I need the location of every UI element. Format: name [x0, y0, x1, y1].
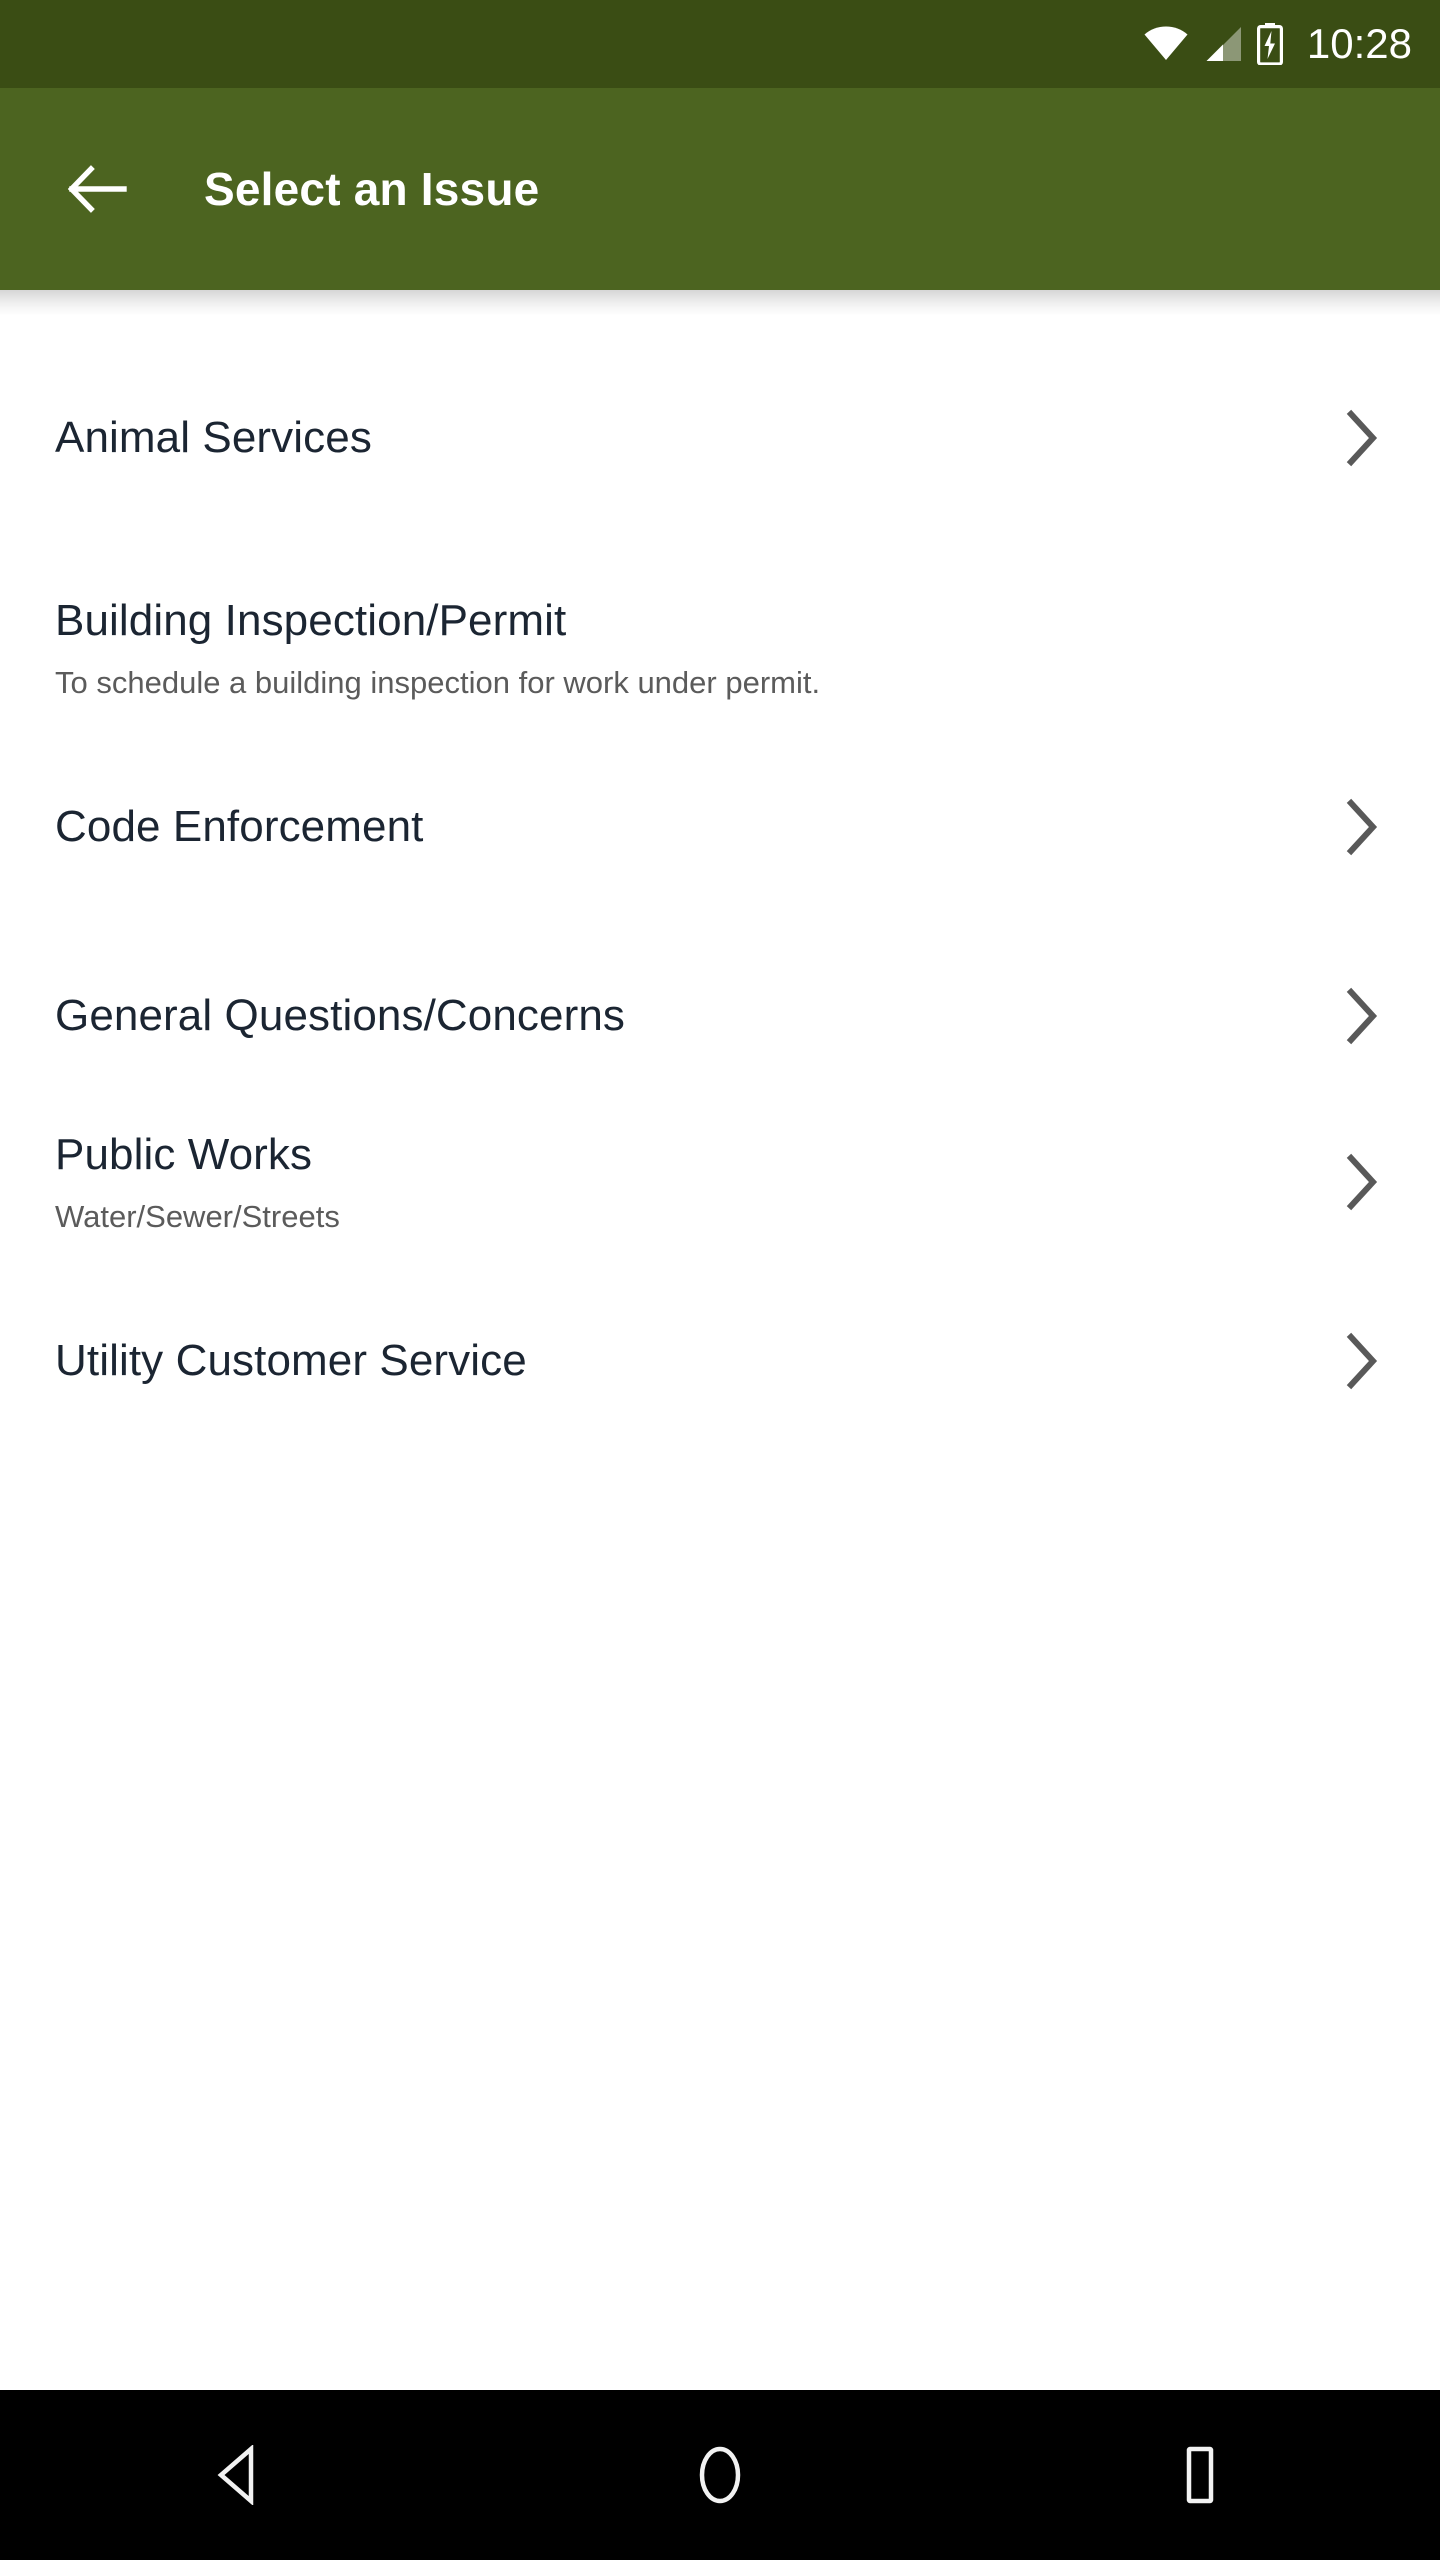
back-button[interactable] — [50, 141, 146, 237]
app-screen: 10:28 Select an Issue Animal Services Bu… — [0, 0, 1440, 2560]
wifi-icon — [1144, 26, 1188, 60]
page-title: Select an Issue — [204, 163, 540, 215]
square-recents-icon — [1186, 2446, 1214, 2504]
row-spacer — [0, 1267, 1440, 1297]
list-item-subtitle: To schedule a building inspection for wo… — [55, 664, 821, 700]
row-spacer — [0, 890, 1440, 952]
list-item-code-enforcement[interactable]: Code Enforcement — [0, 763, 1440, 890]
row-spacer — [0, 1079, 1440, 1097]
list-item-building-inspection-permit[interactable]: Building Inspection/Permit To schedule a… — [0, 563, 1440, 733]
chevron-right-icon[interactable] — [1340, 1331, 1384, 1391]
list-item-animal-services[interactable]: Animal Services — [0, 374, 1440, 501]
list-item-title: Public Works — [55, 1129, 313, 1179]
status-bar-clock: 10:28 — [1306, 20, 1412, 67]
list-item-general-questions-concerns[interactable]: General Questions/Concerns — [0, 952, 1440, 1079]
triangle-back-icon — [217, 2445, 254, 2505]
chevron-right-icon[interactable] — [1340, 797, 1384, 857]
row-spacer — [0, 733, 1440, 763]
list-item-text: Utility Customer Service — [55, 1335, 527, 1387]
android-navigation-bar — [0, 2390, 1440, 2560]
list-item-title: Utility Customer Service — [55, 1335, 527, 1385]
status-icon-group — [1143, 23, 1283, 65]
chevron-right-icon[interactable] — [1340, 986, 1384, 1046]
list-top-spacer — [0, 316, 1440, 374]
circle-home-icon — [699, 2446, 741, 2504]
app-toolbar: Select an Issue — [0, 88, 1440, 290]
list-item-text: Animal Services — [55, 412, 372, 464]
list-item-text: General Questions/Concerns — [55, 990, 625, 1042]
list-item-title: Building Inspection/Permit — [55, 595, 567, 645]
status-bar: 10:28 — [0, 0, 1440, 88]
list-item-text: Public Works Water/Sewer/Streets — [55, 1129, 340, 1235]
list-item-title: Code Enforcement — [55, 801, 424, 851]
list-item-title: Animal Services — [55, 412, 372, 462]
nav-recents-button[interactable] — [1120, 2390, 1280, 2560]
row-spacer — [0, 501, 1440, 563]
list-item-subtitle: Water/Sewer/Streets — [55, 1198, 340, 1234]
nav-home-button[interactable] — [640, 2390, 800, 2560]
nav-back-button[interactable] — [160, 2390, 320, 2560]
cell-signal-icon — [1206, 27, 1241, 61]
toolbar-shadow — [0, 290, 1440, 316]
chevron-right-icon[interactable] — [1340, 408, 1384, 468]
arrow-left-icon — [68, 165, 127, 213]
battery-charging-icon — [1256, 23, 1283, 65]
chevron-right-icon[interactable] — [1340, 1152, 1384, 1212]
list-item-public-works[interactable]: Public Works Water/Sewer/Streets — [0, 1097, 1440, 1267]
list-item-text: Code Enforcement — [55, 801, 423, 853]
issue-list: Animal Services Building Inspection/Perm… — [0, 316, 1440, 2390]
list-item-title: General Questions/Concerns — [55, 990, 626, 1040]
list-item-text: Building Inspection/Permit To schedule a… — [55, 595, 820, 701]
list-item-utility-customer-service[interactable]: Utility Customer Service — [0, 1297, 1440, 1424]
